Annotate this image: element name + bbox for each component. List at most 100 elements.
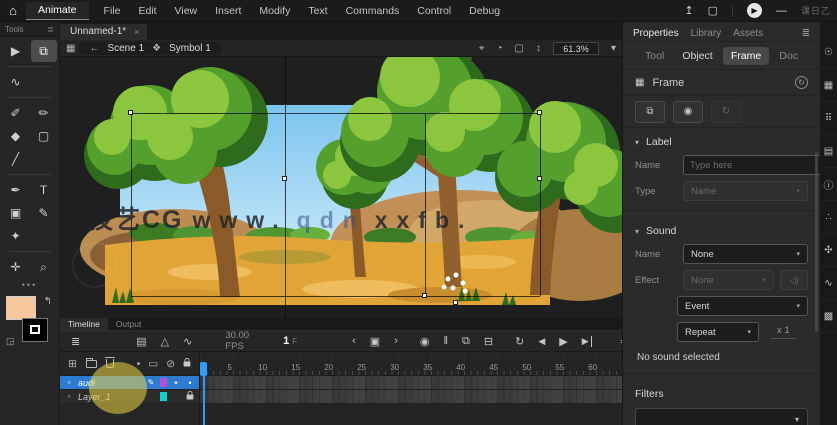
frame-ruler[interactable]: 5 10 15 20 25 30 35 40 45 50 55 60 (200, 362, 622, 376)
layer-lock-toggle[interactable]: • (185, 378, 195, 388)
step-forward-icon[interactable]: ▶ (575, 335, 592, 347)
clip-icon[interactable]: ▦ (66, 43, 75, 54)
menu-item-insert[interactable]: Insert (206, 5, 250, 17)
layer-outline-color[interactable] (160, 378, 167, 387)
swatches-panel-icon[interactable]: ▦ (820, 69, 837, 102)
insert-frame-icon[interactable]: ⧉ (455, 335, 477, 348)
selection-handle[interactable] (453, 300, 458, 305)
panel-menu-icon[interactable]: ≣ (802, 28, 810, 39)
film-icon[interactable]: ▤ (129, 335, 153, 348)
breadcrumb-scene[interactable]: Scene 1 (107, 43, 144, 54)
stage-canvas[interactable]: 技艺CG www. qdn xxfb. (60, 57, 622, 318)
info-panel-icon[interactable]: ⓘ (820, 168, 837, 201)
loop-icon[interactable]: ↻ (508, 335, 531, 348)
subtab-frame[interactable]: Frame (722, 46, 770, 65)
add-filter-bar[interactable]: ▾ (635, 408, 808, 425)
stroke-color-swatch[interactable] (22, 318, 48, 342)
center-stage-icon[interactable]: ⌖ (479, 43, 485, 54)
particles-panel-icon[interactable]: ∴ (820, 201, 837, 234)
label-section-header[interactable]: ▾ Label (623, 128, 820, 152)
lock-column-icon[interactable] (183, 357, 191, 367)
layer-outline-color[interactable] (160, 392, 167, 401)
pencil-tool[interactable]: ✎ (31, 202, 57, 224)
tab-timeline[interactable]: Timeline (60, 318, 108, 330)
menu-item-commands[interactable]: Commands (337, 5, 409, 17)
classic-brush-tool[interactable]: ✏ (31, 102, 57, 124)
tools-panel-menu-icon[interactable]: ≣ (47, 25, 54, 34)
clip-content-icon[interactable]: ▢ (515, 43, 524, 54)
add-layer-icon[interactable]: ⊞ (68, 358, 77, 370)
label-type-select[interactable]: Name ▾ (683, 181, 808, 201)
subtab-doc[interactable]: Doc (771, 47, 806, 65)
fluid-brush-tool[interactable]: ✐ (3, 102, 29, 124)
pen-tool[interactable]: ✒ (3, 179, 29, 201)
zoom-tool[interactable]: ⌕ (31, 256, 57, 278)
selection-tool[interactable]: ▶ (3, 40, 29, 62)
menu-item-text[interactable]: Text (299, 5, 336, 17)
auto-keyframe-icon[interactable]: ◉ (413, 335, 437, 348)
brush-library-panel-icon[interactable]: ✣ (820, 234, 837, 267)
repeat-count-value[interactable]: x 1 (771, 325, 796, 339)
pause-icon[interactable]: ‖ (436, 335, 455, 347)
document-tab[interactable]: Unnamed-1* × (60, 24, 148, 40)
menu-item-control[interactable]: Control (408, 5, 460, 17)
add-folder-icon[interactable] (85, 357, 97, 368)
back-icon[interactable]: ← (89, 43, 99, 54)
fill-color-swatch[interactable] (6, 296, 36, 320)
prev-keyframe-icon[interactable]: ‹ (345, 335, 363, 347)
scrollbar[interactable] (815, 152, 818, 332)
remove-frame-icon[interactable]: ⊟ (477, 335, 500, 348)
selection-handle[interactable] (422, 293, 427, 298)
sound-section-header[interactable]: ▾ Sound (623, 217, 820, 241)
zoom-level-value[interactable]: 61.3% (552, 41, 599, 55)
share-icon[interactable]: ↥ (684, 4, 693, 17)
minimize-button[interactable]: — (776, 5, 787, 17)
rename-layer-icon[interactable]: ✎ (146, 378, 156, 387)
menu-item-file[interactable]: File (95, 5, 130, 17)
filters-section-header[interactable]: Filters (623, 380, 820, 404)
play-icon[interactable]: ▶ (552, 335, 574, 348)
home-icon[interactable]: ⌂ (0, 3, 26, 18)
swap-colors-icon[interactable]: ↰ (44, 296, 52, 307)
frames-row-Layer_1[interactable] (200, 390, 622, 404)
layer-visibility-toggle[interactable]: • (171, 378, 181, 388)
menu-item-debug[interactable]: Debug (460, 5, 509, 17)
rotate-view-icon[interactable]: ◔ (496, 43, 502, 54)
sound-repeat-select[interactable]: Repeat ▾ (677, 322, 759, 342)
next-keyframe-icon[interactable]: › (387, 335, 405, 347)
menu-item-edit[interactable]: Edit (129, 5, 165, 17)
zoom-stepper-icon[interactable]: ↕ (536, 43, 541, 54)
subtab-object[interactable]: Object (674, 47, 720, 65)
tab-output[interactable]: Output (108, 318, 150, 330)
tab-assets[interactable]: Assets (733, 28, 763, 39)
insert-keyframe-icon[interactable]: ▣ (363, 335, 387, 348)
selection-handle[interactable] (128, 110, 133, 115)
hand-tool[interactable]: ✛ (3, 256, 29, 278)
step-back-icon[interactable]: ◀ (531, 336, 552, 347)
menu-item-modify[interactable]: Modify (250, 5, 299, 17)
layers-stack-icon[interactable]: ≣ (64, 335, 87, 348)
default-colors-icon[interactable]: ◲ (6, 336, 15, 347)
sound-effect-select[interactable]: None ▾ (683, 270, 774, 290)
tab-properties[interactable]: Properties (633, 28, 679, 39)
paint-bucket-tool[interactable]: ▣ (3, 202, 29, 224)
layer-lock-toggle[interactable] (185, 390, 195, 402)
selection-handle[interactable] (537, 110, 542, 115)
frame-preview-icon[interactable]: ▢ (708, 4, 718, 17)
text-tool[interactable]: T (31, 179, 57, 201)
test-movie-icon[interactable]: ▶ (746, 3, 762, 18)
lasso-tool[interactable]: ∿ (3, 71, 29, 93)
onion-all-icon[interactable]: △ (154, 335, 176, 348)
color-panel-icon[interactable]: ⠿ (820, 102, 837, 135)
menu-item-view[interactable]: View (166, 5, 207, 17)
graph-icon[interactable]: ∿ (176, 335, 199, 348)
label-name-input[interactable] (683, 155, 829, 175)
close-icon[interactable]: × (134, 27, 139, 37)
sound-name-select[interactable]: None ▾ (683, 244, 808, 264)
asset-warp-tool[interactable]: ✦ (3, 225, 29, 247)
fps-value[interactable]: 30.00 FPS (225, 330, 249, 352)
hide-column-icon[interactable]: ⊘ (166, 358, 175, 370)
subtab-tool[interactable]: Tool (637, 47, 672, 65)
more-tools-button[interactable]: ••• (0, 280, 59, 290)
frames-row-audi[interactable] (200, 376, 622, 390)
